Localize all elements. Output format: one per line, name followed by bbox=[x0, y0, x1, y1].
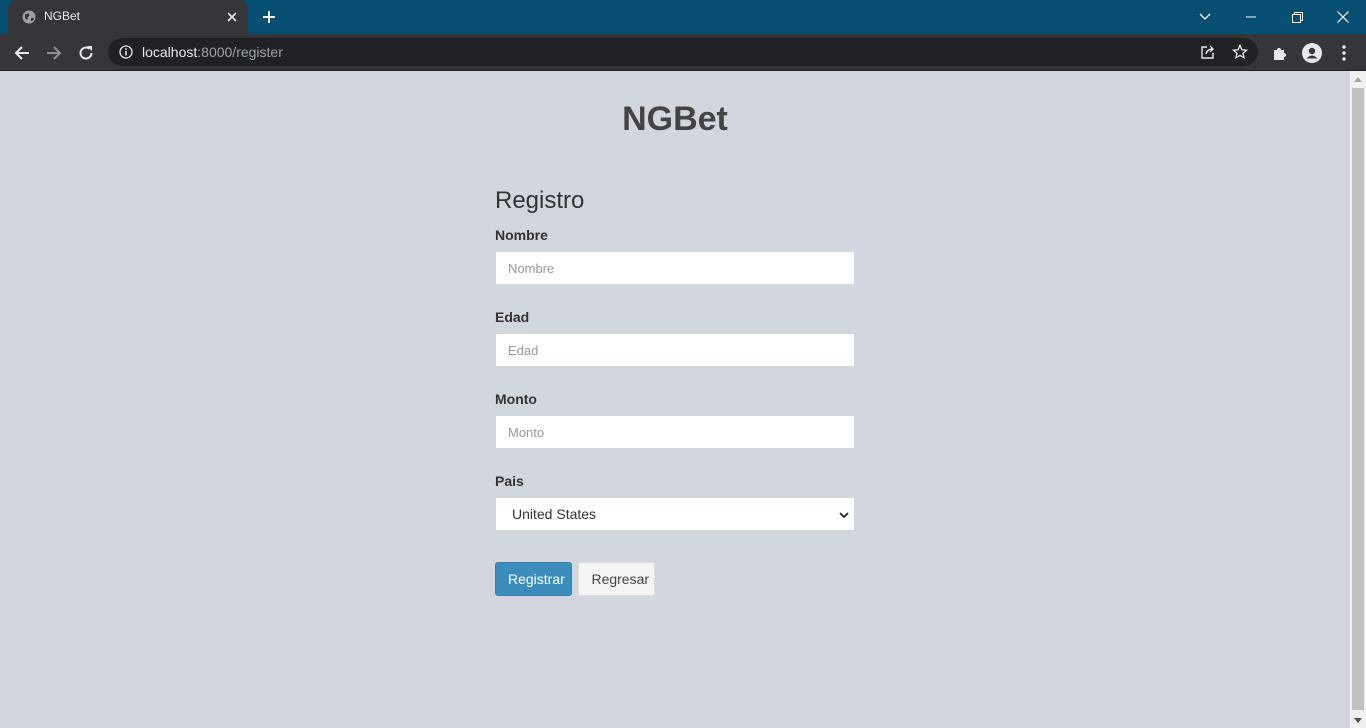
monto-input[interactable] bbox=[495, 415, 855, 449]
back-button[interactable] bbox=[11, 42, 33, 64]
browser-toolbar: localhost:8000/register bbox=[0, 34, 1366, 71]
nombre-input[interactable] bbox=[495, 251, 855, 285]
browser-tab[interactable]: NGBet bbox=[8, 0, 248, 34]
field-group-edad: Edad bbox=[495, 308, 855, 382]
chevron-down-icon bbox=[1199, 13, 1211, 20]
url-path: :8000/register bbox=[197, 44, 283, 60]
pais-select[interactable]: United States bbox=[495, 497, 855, 531]
reload-icon bbox=[79, 46, 93, 60]
puzzle-icon bbox=[1274, 48, 1286, 60]
reload-button[interactable] bbox=[75, 42, 97, 64]
globe-icon bbox=[22, 10, 36, 24]
pais-selected-value: United States bbox=[512, 506, 597, 522]
more-vert-icon bbox=[1342, 45, 1346, 61]
url-text: localhost:8000/register bbox=[142, 45, 283, 59]
tab-search-button[interactable] bbox=[1182, 0, 1228, 34]
new-tab-icon[interactable] bbox=[260, 8, 278, 26]
triangle-down-icon bbox=[1354, 717, 1362, 723]
minimize-icon bbox=[1246, 16, 1256, 18]
close-icon bbox=[1337, 11, 1349, 23]
menu-button[interactable] bbox=[1334, 43, 1354, 63]
chevron-down-icon bbox=[839, 512, 849, 519]
monto-label: Monto bbox=[495, 391, 537, 407]
url-host: localhost bbox=[142, 44, 198, 60]
restore-button[interactable] bbox=[1274, 0, 1320, 34]
pais-label: Pais bbox=[495, 473, 524, 489]
arrow-right-icon bbox=[47, 46, 62, 60]
scroll-up-button[interactable] bbox=[1350, 73, 1366, 85]
forward-button[interactable] bbox=[43, 42, 65, 64]
share-icon[interactable] bbox=[1200, 44, 1216, 60]
triangle-up-icon bbox=[1354, 76, 1362, 82]
arrow-left-icon bbox=[14, 46, 29, 60]
close-icon[interactable] bbox=[224, 9, 240, 25]
regresar-button[interactable]: Regresar bbox=[578, 562, 656, 596]
page-title: NGBet bbox=[622, 100, 728, 138]
extensions-button[interactable] bbox=[1270, 43, 1290, 63]
restore-icon bbox=[1291, 11, 1303, 23]
star-icon[interactable] bbox=[1232, 44, 1248, 60]
edad-input[interactable] bbox=[495, 333, 855, 367]
browser-titlebar: NGBet bbox=[0, 0, 1366, 34]
field-group-nombre: Nombre bbox=[495, 226, 855, 300]
registrar-button[interactable]: Registrar bbox=[495, 562, 572, 596]
window-close-button[interactable] bbox=[1320, 0, 1366, 34]
field-group-pais: Pais United States bbox=[495, 472, 855, 546]
avatar-icon bbox=[1302, 43, 1322, 63]
scroll-down-button[interactable] bbox=[1350, 714, 1366, 726]
address-bar[interactable]: localhost:8000/register bbox=[108, 38, 1258, 66]
field-group-monto: Monto bbox=[495, 390, 855, 464]
edad-label: Edad bbox=[495, 309, 530, 325]
info-icon[interactable] bbox=[119, 45, 133, 59]
scroll-thumb[interactable] bbox=[1352, 88, 1364, 710]
profile-button[interactable] bbox=[1302, 43, 1322, 63]
nombre-label: Nombre bbox=[495, 227, 548, 243]
page-scrollbar[interactable] bbox=[1350, 71, 1366, 728]
form-actions: Registrar Regresar bbox=[495, 562, 855, 596]
minimize-button[interactable] bbox=[1228, 0, 1274, 34]
form-title: Registro bbox=[495, 187, 585, 214]
register-form: Registro Nombre Edad Monto Pais United S… bbox=[495, 185, 855, 596]
tab-title: NGBet bbox=[44, 9, 81, 23]
